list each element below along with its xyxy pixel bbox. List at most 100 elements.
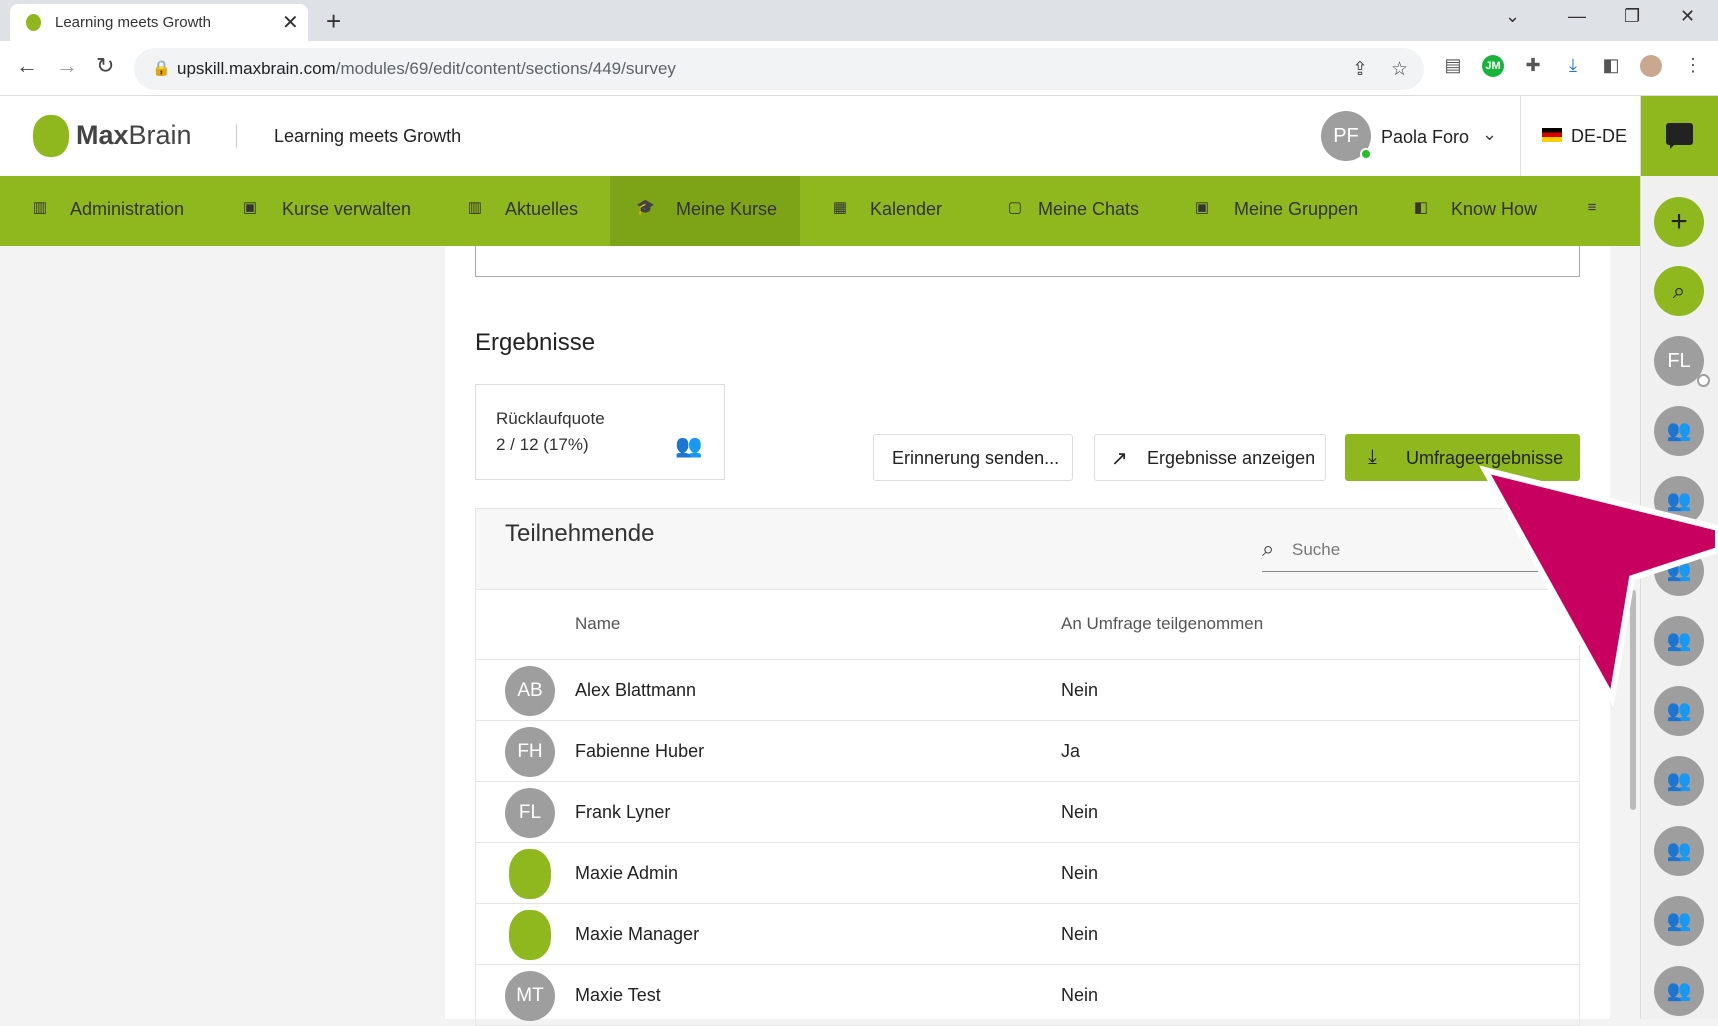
presence-icon bbox=[1697, 374, 1710, 387]
library-icon: ▥ bbox=[467, 199, 483, 216]
participation-status: Nein bbox=[1061, 802, 1099, 822]
results-title: Ergebnisse bbox=[475, 329, 596, 356]
url-text: upskill.maxbrain.com/modules/69/edit/con… bbox=[177, 59, 676, 78]
table-row[interactable]: MT Maxie Test Nein bbox=[476, 965, 1579, 1026]
browser-menu-icon[interactable]: ⋮ bbox=[1682, 55, 1704, 77]
nav-item-meine-gruppen[interactable]: ▣ Meine Gruppen bbox=[1170, 176, 1390, 246]
nav-item-meine-kurse[interactable]: 🎓 Meine Kurse bbox=[610, 176, 800, 246]
participant-name: Frank Lyner bbox=[575, 802, 671, 822]
table-header: Name An Umfrage teilgenommen bbox=[476, 590, 1579, 660]
profile-avatar-icon[interactable] bbox=[1640, 55, 1662, 77]
lock-icon: 🔒 bbox=[152, 60, 171, 77]
avatar: FL bbox=[505, 788, 555, 838]
collapse-menu-icon[interactable]: ≡ bbox=[1584, 200, 1600, 216]
page-title: Learning meets Growth bbox=[274, 126, 462, 146]
group-icon[interactable]: 👥 bbox=[1654, 756, 1704, 806]
book-icon: ◧ bbox=[1413, 199, 1429, 216]
chat-icon: ▢ bbox=[1007, 199, 1023, 216]
survey-content: Ergebnisse Rücklaufquote 2 / 12 (17%) 👥 … bbox=[445, 246, 1610, 1026]
response-rate-card: Rücklaufquote 2 / 12 (17%) 👥 bbox=[475, 384, 725, 480]
nav-label: Administration bbox=[70, 199, 185, 219]
group-icon[interactable]: 👥 bbox=[1654, 546, 1704, 596]
table-row[interactable]: Maxie Manager Nein bbox=[476, 904, 1579, 965]
group-icon[interactable]: 👥 bbox=[1654, 826, 1704, 876]
reload-icon[interactable]: ↻ bbox=[96, 53, 114, 79]
avatar: AB bbox=[505, 666, 555, 716]
add-icon[interactable]: + bbox=[1654, 197, 1704, 247]
header-divider bbox=[236, 124, 237, 148]
participation-status: Nein bbox=[1061, 985, 1099, 1005]
nav-item-administration[interactable]: ▥ Administration bbox=[0, 176, 220, 246]
nav-item-kurse-verwalten[interactable]: ▣ Kurse verwalten bbox=[220, 176, 440, 246]
right-rail: + ⌕ FL 👥 👥 👥 👥 👥 👥 👥 👥 👥 bbox=[1640, 96, 1718, 1019]
logo-text[interactable]: MaxBrain bbox=[76, 120, 192, 151]
participation-status: Nein bbox=[1061, 863, 1099, 883]
calendar-icon: ▦ bbox=[832, 199, 848, 216]
group-icon[interactable]: 👥 bbox=[1654, 476, 1704, 526]
tab-search-chevron-icon[interactable]: ⌄ bbox=[1505, 6, 1520, 27]
forward-icon[interactable]: → bbox=[56, 53, 78, 79]
puzzle-extensions-icon[interactable]: ✚ bbox=[1522, 55, 1544, 77]
close-tab-icon[interactable]: ✕ bbox=[282, 10, 299, 35]
search-input[interactable] bbox=[1292, 536, 1532, 564]
restore-icon[interactable]: ❐ bbox=[1624, 6, 1640, 27]
participation-status: Ja bbox=[1061, 741, 1081, 761]
new-tab-icon[interactable]: + bbox=[326, 6, 341, 37]
id-card-icon: ▣ bbox=[1194, 199, 1210, 216]
avatar: FH bbox=[505, 727, 555, 777]
browser-toolbar: ← → ↻ 🔒 upskill.maxbrain.com/modules/69/… bbox=[0, 41, 1718, 96]
nav-item-know-how[interactable]: ◧ Know How bbox=[1390, 176, 1580, 246]
bookmark-star-icon[interactable]: ☆ bbox=[1391, 58, 1408, 81]
tab-title: Learning meets Growth bbox=[55, 14, 211, 31]
previous-field[interactable] bbox=[475, 246, 1580, 277]
nav-item-meine-chats[interactable]: ▢ Meine Chats bbox=[980, 176, 1170, 246]
show-results-button[interactable]: ↗ Ergebnisse anzeigen bbox=[1094, 434, 1326, 481]
jm-extension-icon[interactable]: JM bbox=[1482, 55, 1504, 77]
button-label: Umfrageergebnisse bbox=[1406, 448, 1564, 468]
scrollbar[interactable] bbox=[1630, 590, 1636, 810]
download-icon[interactable]: ⤓ bbox=[1562, 55, 1584, 77]
table-row[interactable]: Maxie Admin Nein bbox=[476, 843, 1579, 904]
table-row[interactable]: FL Frank Lyner Nein bbox=[476, 782, 1579, 843]
participant-name: Fabienne Huber bbox=[575, 741, 705, 761]
column-header-status[interactable]: An Umfrage teilgenommen bbox=[1061, 614, 1263, 634]
search-icon[interactable]: ⌕ bbox=[1654, 266, 1704, 316]
send-reminder-button[interactable]: Erinnerung senden... bbox=[873, 434, 1073, 481]
group-icon[interactable]: 👥 bbox=[1654, 966, 1704, 1016]
user-name[interactable]: Paola Foro bbox=[1381, 127, 1469, 148]
nav-item-aktuelles[interactable]: ▥ Aktuelles bbox=[440, 176, 610, 246]
participant-name: Alex Blattmann bbox=[575, 680, 697, 700]
table-row[interactable]: AB Alex Blattmann Nein bbox=[476, 660, 1579, 721]
maxbrain-logo-icon[interactable] bbox=[33, 115, 69, 157]
chat-toggle-button[interactable] bbox=[1641, 96, 1718, 176]
browser-tab[interactable]: Learning meets Growth ✕ bbox=[10, 4, 308, 41]
participation-status: Nein bbox=[1061, 924, 1099, 944]
back-icon[interactable]: ← bbox=[16, 53, 38, 79]
german-flag-icon[interactable] bbox=[1542, 128, 1562, 142]
group-icon[interactable]: 👥 bbox=[1654, 406, 1704, 456]
share-icon[interactable]: ⇪ bbox=[1352, 58, 1368, 81]
minimize-icon[interactable]: — bbox=[1568, 6, 1586, 27]
address-bar[interactable]: 🔒 upskill.maxbrain.com/modules/69/edit/c… bbox=[134, 48, 1424, 90]
nav-label: Meine Kurse bbox=[676, 199, 778, 219]
group-icon[interactable]: 👥 bbox=[1654, 896, 1704, 946]
participants-title: Teilnehmende bbox=[505, 520, 655, 547]
column-header-name[interactable]: Name bbox=[575, 614, 620, 634]
download-icon: ⤓ bbox=[1368, 446, 1377, 468]
participant-name: Maxie Test bbox=[575, 985, 661, 1005]
user-menu-chevron-icon[interactable]: ⌄ bbox=[1482, 124, 1497, 145]
nav-label: Meine Chats bbox=[1038, 199, 1140, 219]
download-survey-results-button[interactable]: ⤓ Umfrageergebnisse bbox=[1345, 434, 1580, 481]
nav-label: Know How bbox=[1451, 199, 1538, 219]
group-icon[interactable]: 👥 bbox=[1654, 686, 1704, 736]
nav-item-kalender[interactable]: ▦ Kalender bbox=[800, 176, 980, 246]
group-icon[interactable]: 👥 bbox=[1654, 616, 1704, 666]
extension-icon[interactable]: ▤ bbox=[1442, 55, 1464, 77]
participant-name: Maxie Manager bbox=[575, 924, 700, 944]
close-window-icon[interactable]: ✕ bbox=[1680, 6, 1695, 27]
table-row[interactable]: FH Fabienne Huber Ja bbox=[476, 721, 1579, 782]
browser-tab-strip: Learning meets Growth ✕ + ⌄ — ❐ ✕ bbox=[0, 0, 1718, 41]
library-icon: ▥ bbox=[32, 199, 48, 216]
language-selector[interactable]: DE-DE bbox=[1571, 126, 1627, 147]
side-panel-icon[interactable]: ◧ bbox=[1600, 55, 1622, 77]
